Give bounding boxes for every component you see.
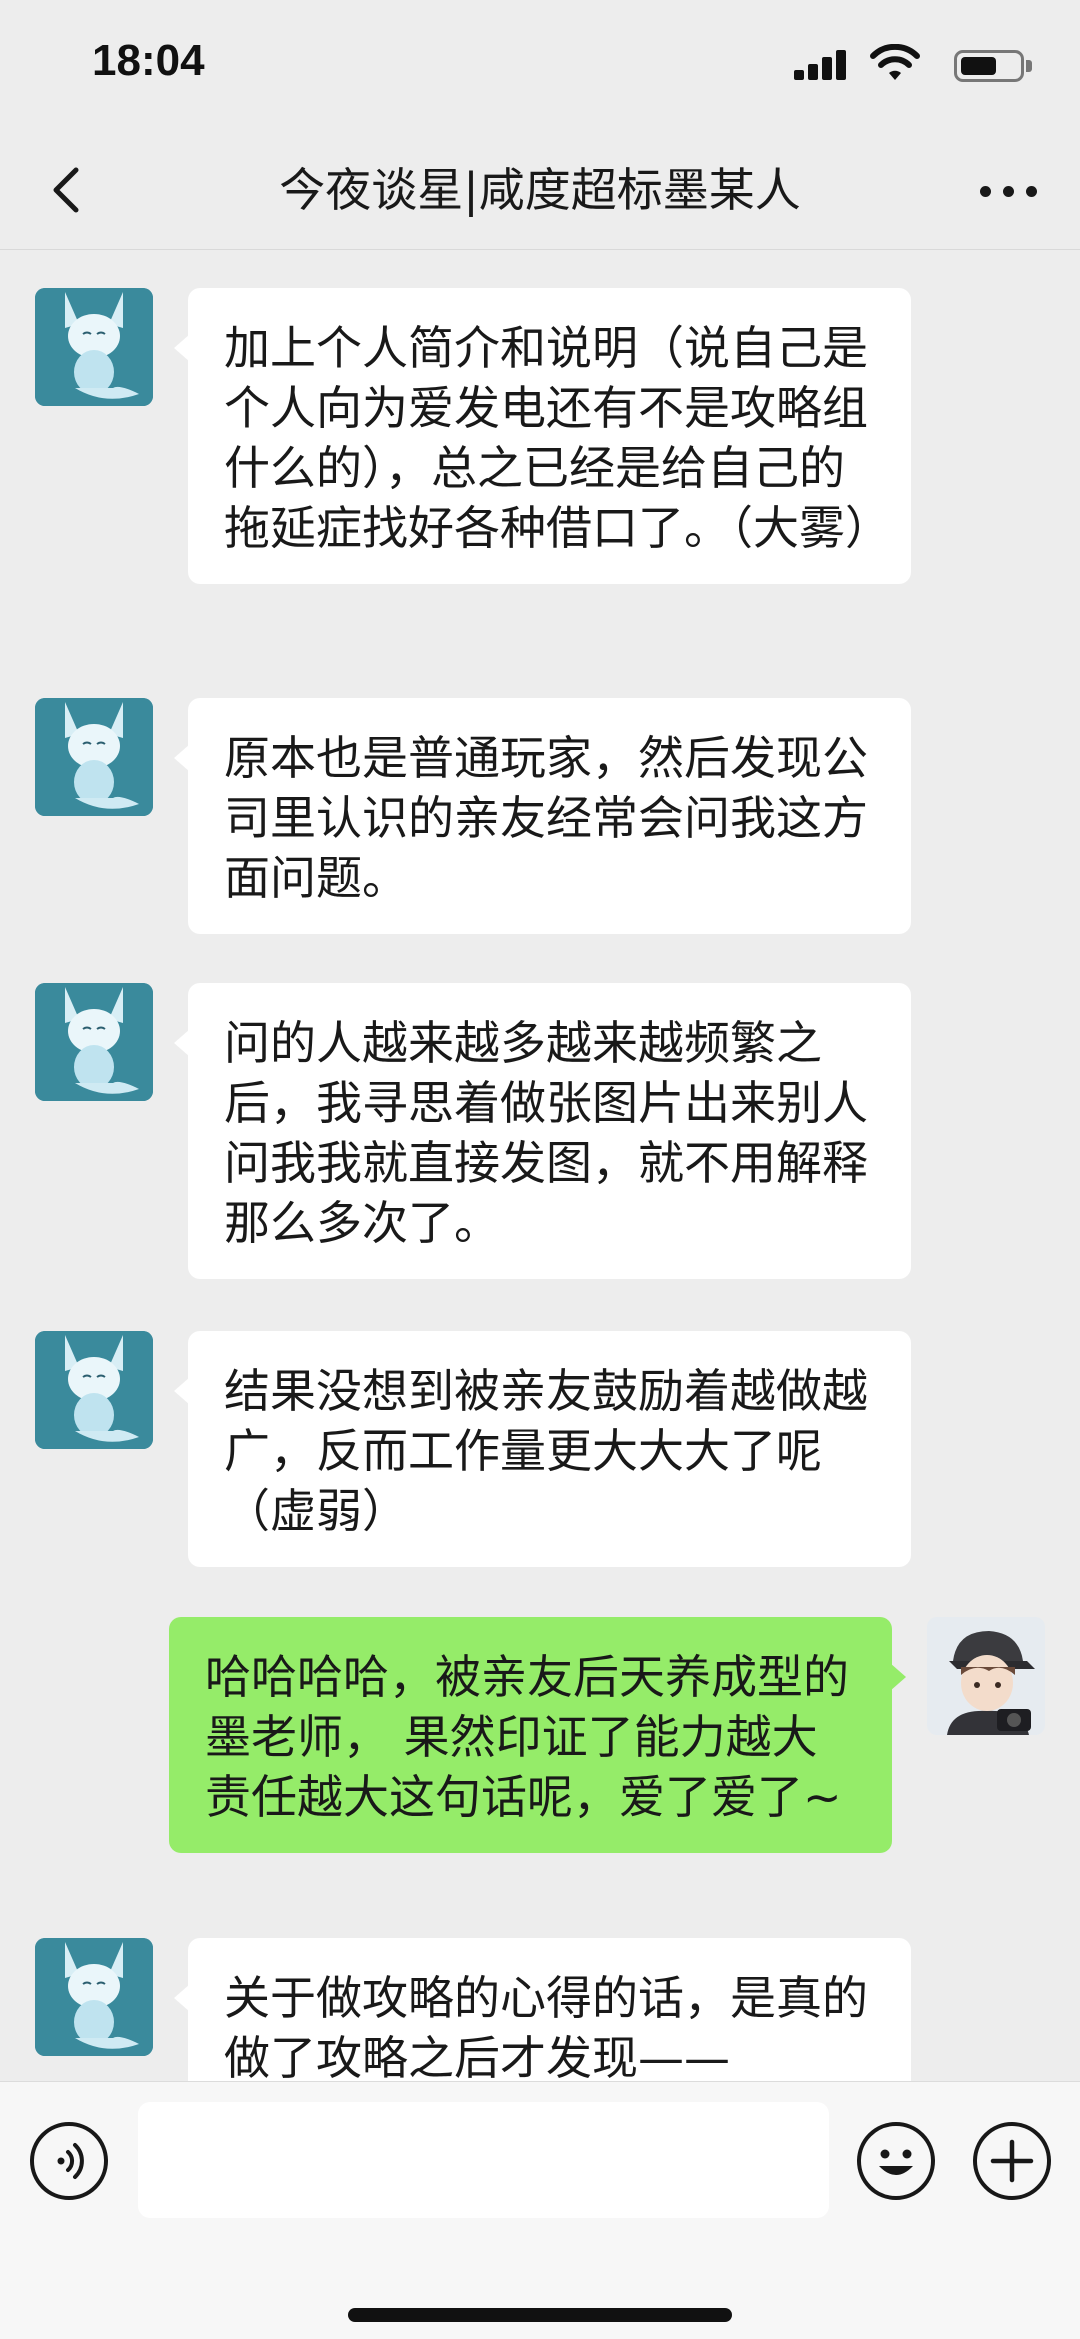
- more-functions-button[interactable]: [973, 2122, 1051, 2200]
- input-bar: [0, 2081, 1080, 2339]
- battery-tip: [1026, 60, 1032, 72]
- glaceon-avatar-icon: [35, 983, 153, 1101]
- battery-icon: [954, 50, 1024, 82]
- message-bubble[interactable]: 原本也是普通玩家，然后发现公司里认识的亲友经常会问我这方面问题。: [174, 698, 911, 934]
- status-bar: 18:04: [0, 0, 1080, 130]
- message-bubble[interactable]: 关于做攻略的心得的话，是真的做了攻略之后才发现——: [174, 1938, 911, 2081]
- emoji-button[interactable]: [857, 2122, 935, 2200]
- message-row: 结果没想到被亲友鼓励着越做越广，反而工作量更大大大了呢（虚弱）: [0, 1294, 1080, 1567]
- glaceon-avatar-icon: [35, 698, 153, 816]
- chat-message-list[interactable]: 加上个人简介和说明（说自己是个人向为爱发电还有不是攻略组什么的），总之已经是给自…: [0, 251, 1080, 2081]
- contact-avatar[interactable]: [35, 288, 153, 406]
- emoji-icon: [879, 2149, 913, 2175]
- status-icons: [738, 44, 1038, 84]
- message-row: 问的人越来越多越来越频繁之后，我寻思着做张图片出来别人问我我就直接发图，就不用解…: [0, 946, 1080, 1279]
- back-chevron-icon[interactable]: [38, 160, 98, 220]
- glaceon-avatar-icon: [35, 1331, 153, 1449]
- home-indicator[interactable]: [348, 2308, 732, 2322]
- voice-icon: [57, 2143, 84, 2179]
- status-time: 18:04: [92, 36, 205, 85]
- signal-icon: [794, 50, 850, 80]
- user-avatar-icon: [927, 1617, 1045, 1735]
- contact-avatar[interactable]: [35, 698, 153, 816]
- chat-title: 今夜谈星|咸度超标墨某人: [279, 163, 801, 217]
- self-avatar[interactable]: [927, 1617, 1045, 1735]
- nav-bar: 今夜谈星|咸度超标墨某人: [0, 130, 1080, 250]
- more-dot: [1003, 186, 1014, 197]
- message-row: 加上个人简介和说明（说自己是个人向为爱发电还有不是攻略组什么的），总之已经是给自…: [0, 251, 1080, 631]
- message-input[interactable]: [138, 2102, 829, 2218]
- contact-avatar[interactable]: [35, 1331, 153, 1449]
- message-row: 原本也是普通玩家，然后发现公司里认识的亲友经常会问我这方面问题。: [0, 661, 1080, 934]
- message-bubble[interactable]: 结果没想到被亲友鼓励着越做越广，反而工作量更大大大了呢（虚弱）: [174, 1331, 911, 1567]
- plus-icon: [990, 2139, 1034, 2183]
- glaceon-avatar-icon: [35, 288, 153, 406]
- more-options-button[interactable]: [974, 158, 1044, 222]
- contact-avatar[interactable]: [35, 983, 153, 1101]
- contact-avatar[interactable]: [35, 1938, 153, 2056]
- wifi-icon: [870, 44, 920, 80]
- voice-input-button[interactable]: [30, 2122, 108, 2200]
- message-row: 哈哈哈哈，被亲友后天养成型的墨老师， 果然印证了能力越大责任越大这句话呢，爱了爱…: [0, 1617, 1080, 1867]
- message-row: 关于做攻略的心得的话，是真的做了攻略之后才发现——: [0, 1901, 1080, 2081]
- battery-level: [961, 57, 996, 75]
- more-dot: [1026, 186, 1037, 197]
- more-dot: [980, 186, 991, 197]
- message-bubble[interactable]: 问的人越来越多越来越频繁之后，我寻思着做张图片出来别人问我我就直接发图，就不用解…: [174, 983, 911, 1279]
- glaceon-avatar-icon: [35, 1938, 153, 2056]
- message-bubble-self[interactable]: 哈哈哈哈，被亲友后天养成型的墨老师， 果然印证了能力越大责任越大这句话呢，爱了爱…: [169, 1617, 906, 1853]
- message-bubble[interactable]: 加上个人简介和说明（说自己是个人向为爱发电还有不是攻略组什么的），总之已经是给自…: [174, 288, 911, 584]
